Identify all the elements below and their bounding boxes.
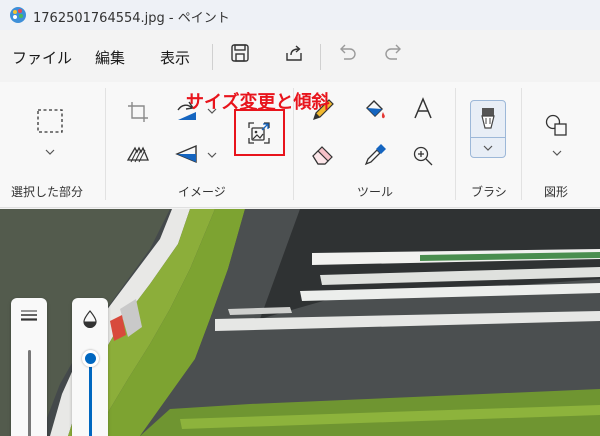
menu-edit[interactable]: 編集 xyxy=(95,47,125,68)
brush-size-slider-panel[interactable] xyxy=(11,298,47,436)
select-all-icon[interactable] xyxy=(125,142,151,168)
brush-icon xyxy=(481,108,495,129)
share-icon[interactable] xyxy=(283,42,305,64)
title-bar: 1762501764554.jpg - ペイント xyxy=(0,0,600,30)
flip-icon[interactable] xyxy=(174,141,200,167)
stroke-size-icon xyxy=(21,310,37,321)
menu-file[interactable]: ファイル xyxy=(12,47,72,68)
magnifier-icon[interactable] xyxy=(410,143,436,169)
opacity-slider-thumb[interactable] xyxy=(82,350,99,367)
group-label-shapes: 図形 xyxy=(544,185,569,199)
menu-separator xyxy=(212,44,213,70)
fill-bucket-icon[interactable] xyxy=(362,96,388,122)
menu-bar: ファイル 編集 表示 xyxy=(0,30,600,82)
chevron-down-icon[interactable] xyxy=(44,147,56,157)
chevron-down-icon[interactable] xyxy=(482,143,494,153)
brushes-button[interactable] xyxy=(470,100,506,158)
group-label-image: イメージ xyxy=(178,185,226,199)
opacity-drop-icon xyxy=(83,310,97,328)
select-rectangle-icon[interactable] xyxy=(35,106,65,136)
annotation-highlight-box xyxy=(234,109,285,156)
text-icon[interactable] xyxy=(410,96,436,122)
undo-icon[interactable] xyxy=(336,42,358,64)
eraser-icon[interactable] xyxy=(310,142,336,168)
color-picker-icon[interactable] xyxy=(362,142,388,168)
redo-icon[interactable] xyxy=(383,42,405,64)
group-separator xyxy=(521,88,522,200)
chevron-down-icon[interactable] xyxy=(551,148,563,158)
group-label-tools: ツール xyxy=(357,185,394,199)
window-title: 1762501764554.jpg - ペイント xyxy=(33,11,230,26)
paint-app-icon xyxy=(10,7,26,23)
drawing-canvas[interactable] xyxy=(0,209,600,436)
size-slider-track[interactable] xyxy=(28,350,31,436)
save-icon[interactable] xyxy=(229,42,251,64)
opacity-slider-panel[interactable] xyxy=(72,298,108,436)
group-separator xyxy=(455,88,456,200)
chevron-down-icon[interactable] xyxy=(206,150,218,160)
brush-divider xyxy=(471,137,505,138)
crop-icon[interactable] xyxy=(125,99,151,125)
group-label-brushes: ブラシ xyxy=(471,185,507,199)
menu-separator xyxy=(320,44,321,70)
shapes-icon[interactable] xyxy=(543,112,569,138)
group-separator xyxy=(105,88,106,200)
group-label-selection: 選択した部分 xyxy=(11,185,84,199)
menu-view[interactable]: 表示 xyxy=(160,47,190,68)
